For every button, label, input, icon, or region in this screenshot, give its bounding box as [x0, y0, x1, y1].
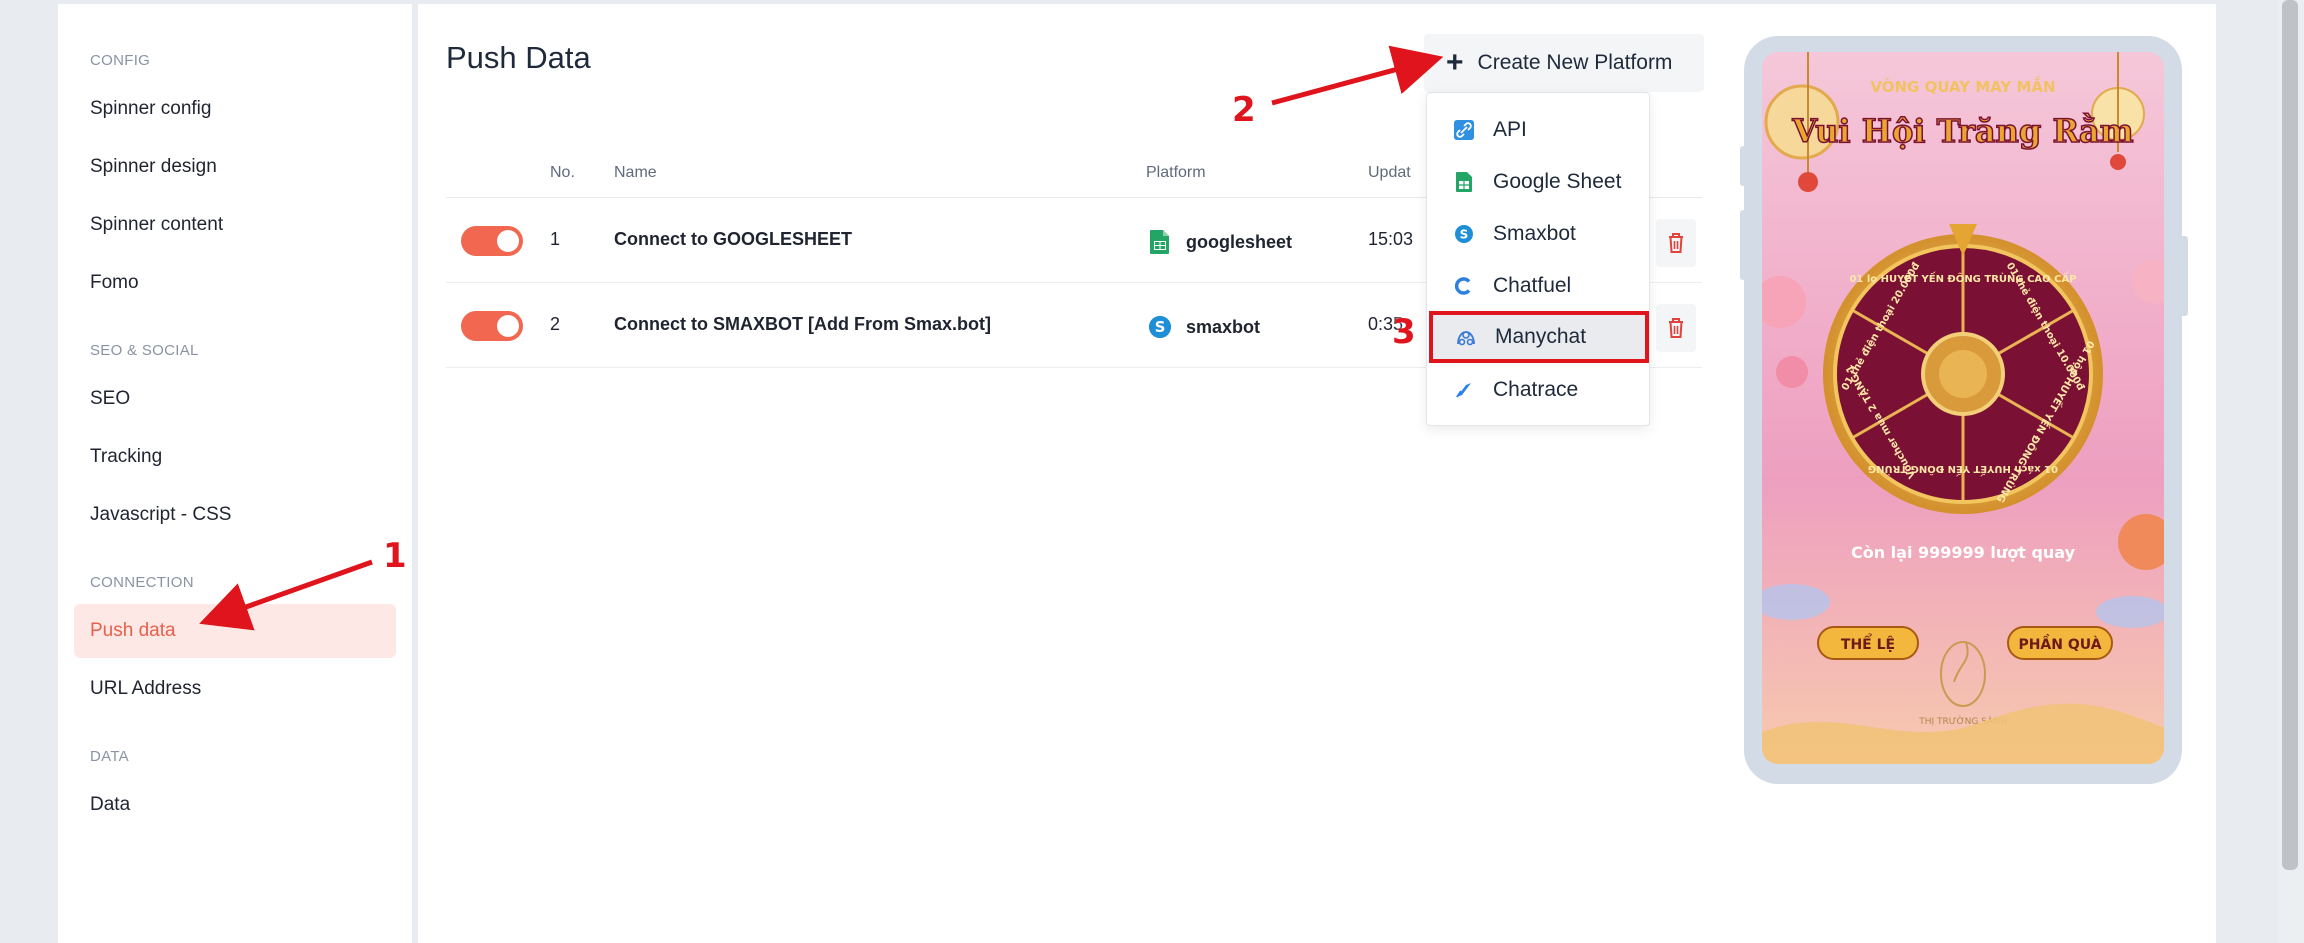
scrollbar-thumb[interactable] — [2282, 0, 2298, 870]
page-scrollbar[interactable] — [2278, 0, 2304, 943]
annotation-arrows — [199, 45, 1444, 631]
annotation-number-1: 1 — [383, 536, 407, 576]
annotation-number-2: 2 — [1232, 90, 1256, 130]
annotation-number-3: 3 — [1392, 312, 1416, 352]
annotation-arrow-1 — [199, 559, 373, 631]
annotation-arrow-2 — [1271, 45, 1444, 106]
